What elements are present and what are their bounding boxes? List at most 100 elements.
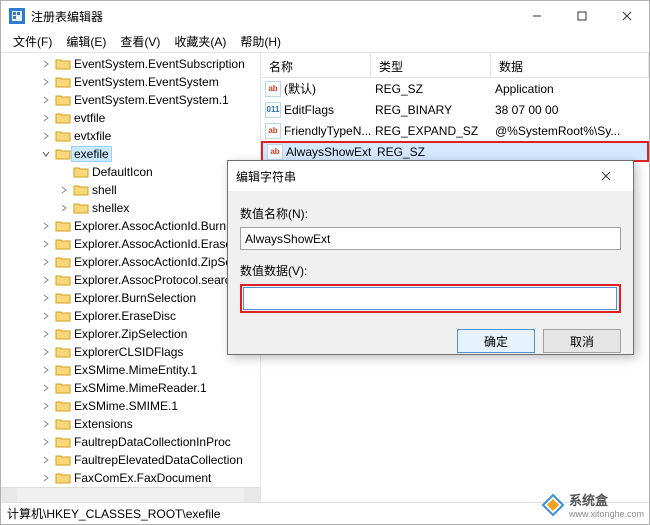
cancel-button[interactable]: 取消 [543, 329, 621, 353]
chevron-right-icon[interactable] [40, 436, 52, 448]
ok-button[interactable]: 确定 [457, 329, 535, 353]
tree-item[interactable]: FaxComEx.FaxDocument [1, 469, 260, 487]
chevron-right-icon[interactable] [40, 418, 52, 430]
tree-item[interactable]: Explorer.AssocActionId.EraseDisc [1, 235, 260, 253]
tree-item[interactable]: evtfile [1, 109, 260, 127]
tree-item[interactable]: Explorer.ZipSelection [1, 325, 260, 343]
tree-label: DefaultIcon [92, 165, 153, 179]
value-name: AlwaysShowExt [286, 145, 371, 159]
tree-item[interactable]: ExSMime.MimeReader.1 [1, 379, 260, 397]
chevron-down-icon[interactable] [40, 148, 52, 160]
tree-item[interactable]: EventSystem.EventSystem.1 [1, 91, 260, 109]
tree-pane[interactable]: EventSystem.EventSubscriptionEventSystem… [1, 53, 261, 502]
tree-item[interactable]: exefile [1, 145, 260, 163]
close-button[interactable] [604, 1, 649, 31]
chevron-right-icon[interactable] [40, 58, 52, 70]
chevron-right-icon[interactable] [40, 238, 52, 250]
edit-string-dialog: 编辑字符串 数值名称(N): 数值数据(V): 确定 取消 [227, 160, 634, 355]
value-name: EditFlags [284, 103, 334, 117]
menu-favorites[interactable]: 收藏夹(A) [168, 31, 232, 52]
folder-icon [55, 453, 71, 467]
chevron-right-icon[interactable] [40, 76, 52, 88]
chevron-right-icon[interactable] [40, 454, 52, 466]
value-type: REG_BINARY [371, 103, 491, 117]
folder-icon [55, 237, 71, 251]
list-row[interactable]: abFriendlyTypeN...REG_EXPAND_SZ@%SystemR… [261, 120, 649, 141]
col-data[interactable]: 数据 [491, 53, 649, 77]
tree-item[interactable]: Explorer.BurnSelection [1, 289, 260, 307]
list-header: 名称 类型 数据 [261, 53, 649, 78]
tree-item[interactable]: FaultrepElevatedDataCollection [1, 451, 260, 469]
dialog-close-button[interactable] [587, 162, 625, 190]
minimize-button[interactable] [514, 1, 559, 31]
chevron-right-icon[interactable] [40, 220, 52, 232]
list-row[interactable]: 011EditFlagsREG_BINARY38 07 00 00 [261, 99, 649, 120]
chevron-right-icon[interactable] [40, 130, 52, 142]
tree-item[interactable]: ExSMime.MimeEntity.1 [1, 361, 260, 379]
tree-item[interactable]: DefaultIcon [1, 163, 260, 181]
tree-item[interactable]: shell [1, 181, 260, 199]
value-data: Application [491, 82, 649, 96]
tree-item[interactable]: shellex [1, 199, 260, 217]
chevron-right-icon[interactable] [40, 112, 52, 124]
value-data-input[interactable] [243, 287, 617, 310]
horizontal-scrollbar[interactable] [1, 487, 260, 502]
list-row[interactable]: abAlwaysShowExtREG_SZ [261, 141, 649, 162]
list-row[interactable]: ab(默认)REG_SZApplication [261, 78, 649, 99]
col-type[interactable]: 类型 [371, 53, 491, 77]
menu-edit[interactable]: 编辑(E) [60, 31, 112, 52]
tree-label: ExplorerCLSIDFlags [74, 345, 183, 359]
tree-item[interactable]: evtxfile [1, 127, 260, 145]
tree-label: FaultrepElevatedDataCollection [74, 453, 243, 467]
folder-icon [55, 291, 71, 305]
value-name-input[interactable] [240, 227, 621, 250]
menu-help[interactable]: 帮助(H) [234, 31, 287, 52]
chevron-right-icon[interactable] [40, 382, 52, 394]
chevron-right-icon[interactable] [40, 400, 52, 412]
folder-icon [55, 309, 71, 323]
tree-item[interactable]: Extensions [1, 415, 260, 433]
chevron-right-icon[interactable] [40, 364, 52, 376]
tree-item[interactable]: FaultrepDataCollectionInProc [1, 433, 260, 451]
tree-label: Explorer.EraseDisc [74, 309, 176, 323]
menu-view[interactable]: 查看(V) [114, 31, 166, 52]
chevron-right-icon[interactable] [58, 184, 70, 196]
regedit-icon [9, 8, 25, 24]
chevron-right-icon[interactable] [40, 292, 52, 304]
col-name[interactable]: 名称 [261, 53, 371, 77]
chevron-right-icon[interactable] [40, 274, 52, 286]
menu-file[interactable]: 文件(F) [7, 31, 58, 52]
folder-icon [55, 363, 71, 377]
tree-label: EventSystem.EventSystem.1 [74, 93, 229, 107]
tree-item[interactable]: Explorer.EraseDisc [1, 307, 260, 325]
chevron-right-icon[interactable] [40, 472, 52, 484]
maximize-button[interactable] [559, 1, 604, 31]
folder-icon [55, 471, 71, 485]
tree-item[interactable]: Explorer.AssocActionId.ZipSelection [1, 253, 260, 271]
folder-icon [55, 93, 71, 107]
tree-label: ExSMime.MimeEntity.1 [74, 363, 197, 377]
tree-label: shell [92, 183, 117, 197]
folder-icon [55, 255, 71, 269]
tree-item[interactable]: Explorer.AssocActionId.BurnSelection [1, 217, 260, 235]
tree-item[interactable]: EventSystem.EventSystem [1, 73, 260, 91]
chevron-right-icon[interactable] [40, 94, 52, 106]
folder-icon [55, 345, 71, 359]
folder-icon [55, 129, 71, 143]
tree-item[interactable]: ExplorerCLSIDFlags [1, 343, 260, 361]
tree-label: evtfile [74, 111, 105, 125]
chevron-right-icon[interactable] [40, 328, 52, 340]
tree-item[interactable]: EventSystem.EventSubscription [1, 55, 260, 73]
titlebar: 注册表编辑器 [1, 1, 649, 31]
watermark-url: www.xitonghe.com [569, 509, 644, 519]
chevron-right-icon[interactable] [40, 346, 52, 358]
chevron-right-icon[interactable] [58, 202, 70, 214]
folder-icon [55, 381, 71, 395]
chevron-right-icon[interactable] [40, 256, 52, 268]
value-name-label: 数值名称(N): [240, 205, 621, 222]
value-string-icon: ab [265, 123, 281, 139]
folder-icon [55, 111, 71, 125]
tree-item[interactable]: Explorer.AssocProtocol.search-ms [1, 271, 260, 289]
chevron-right-icon[interactable] [40, 310, 52, 322]
tree-item[interactable]: ExSMime.SMIME.1 [1, 397, 260, 415]
